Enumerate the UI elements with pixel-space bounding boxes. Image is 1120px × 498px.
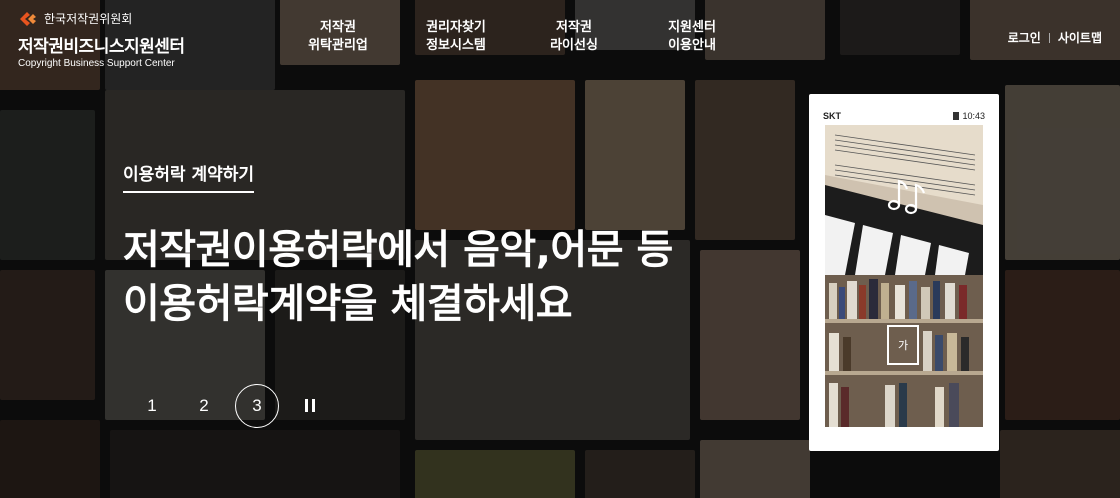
nav-item-label: 이용안내 (668, 38, 716, 53)
pause-button[interactable] (289, 385, 331, 427)
logo-mark-icon (20, 11, 36, 26)
phone-status-bar: SKT 10:43 (809, 94, 999, 124)
login-link[interactable]: 로그인 (1008, 29, 1041, 46)
nav-item-rightholder-search[interactable]: 권리자찾기 정보시스템 (401, 19, 511, 55)
nav-item-consignment[interactable]: 저작권 위탁관리업 (283, 19, 393, 55)
divider (1048, 32, 1050, 43)
carrier-label: SKT (823, 111, 841, 121)
slide-page-3-button[interactable]: 3 (235, 384, 279, 428)
utility-links: 로그인 사이트맵 (1008, 29, 1102, 46)
book-icon-label: 가 (897, 339, 909, 352)
logo-subtitle: Copyright Business Support Center (18, 58, 175, 69)
nav-item-center-guide[interactable]: 지원센터 이용안내 (637, 19, 747, 55)
nav-item-label: 라이선싱 (550, 38, 598, 53)
logo-org-name: 한국저작권위원회 (44, 12, 133, 26)
hero-headline-line: 저작권이용허락에서 음악,어문 등 (123, 227, 673, 273)
slide-pager: 1 2 3 (131, 384, 331, 428)
music-image (825, 125, 983, 275)
nav-item-label: 저작권 (320, 20, 356, 35)
nav-item-licensing[interactable]: 저작권 라이선싱 (519, 19, 629, 55)
phone-mockup: SKT 10:43 가 (809, 94, 999, 451)
nav-item-label: 지원센터 (668, 20, 716, 35)
sitemap-link[interactable]: 사이트맵 (1058, 29, 1102, 46)
nav-item-label: 권리자찾기 (426, 20, 486, 35)
site-header: 한국저작권위원회 저작권비즈니스지원센터 Copyright Business … (0, 0, 1120, 80)
main-nav: 저작권 위탁관리업 권리자찾기 정보시스템 저작권 라이선싱 지원센터 이용안내 (283, 19, 755, 55)
books-image: 가 (825, 275, 983, 427)
logo-title: 저작권비즈니스지원센터 (18, 37, 185, 57)
slide-page-1-button[interactable]: 1 (131, 385, 173, 427)
book-icon: 가 (887, 325, 919, 365)
nav-item-label: 위탁관리업 (308, 38, 368, 53)
nav-item-label: 저작권 (556, 20, 592, 35)
clock-time: 10:43 (962, 111, 985, 121)
hero-eyebrow-link[interactable]: 이용허락 계약하기 (123, 160, 255, 193)
clock: 10:43 (953, 111, 985, 121)
battery-icon (953, 112, 960, 120)
nav-item-label: 정보시스템 (426, 38, 486, 53)
site-logo[interactable]: 한국저작권위원회 저작권비즈니스지원센터 Copyright Business … (18, 10, 185, 69)
slide-page-2-button[interactable]: 2 (183, 385, 225, 427)
hero-headline: 저작권이용허락에서 음악,어문 등 이용허락계약을 체결하세요 (123, 223, 673, 331)
music-notes-icon (887, 179, 926, 215)
hero-text: 이용허락 계약하기 저작권이용허락에서 음악,어문 등 이용허락계약을 체결하세… (123, 160, 673, 331)
pause-icon (303, 397, 317, 416)
hero-headline-line: 이용허락계약을 체결하세요 (123, 281, 573, 327)
